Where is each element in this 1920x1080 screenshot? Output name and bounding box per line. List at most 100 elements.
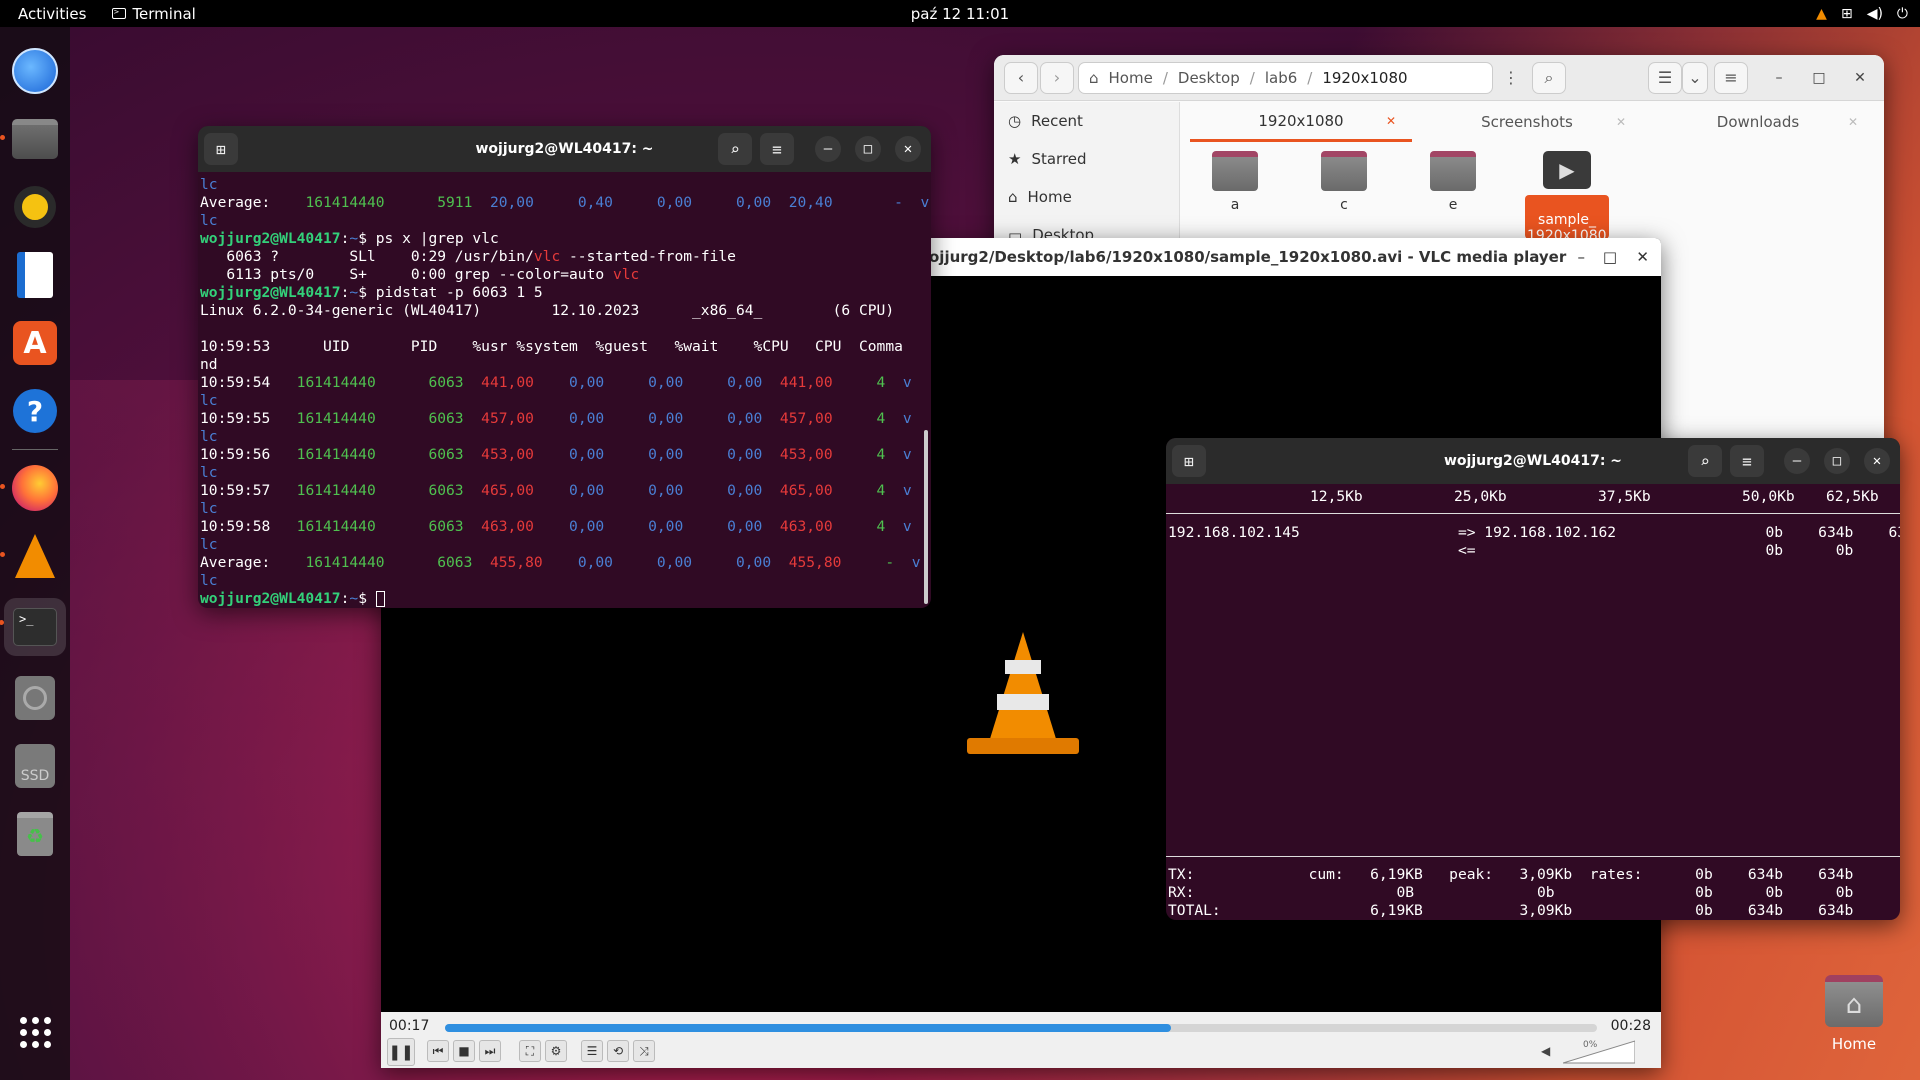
tab-1920x1080[interactable]: 1920x1080 ✕: [1190, 102, 1412, 142]
terminal-line: Linux 6.2.0-34-generic (WL40417) 12.10.2…: [200, 302, 929, 320]
thunderbird-icon: [12, 48, 58, 94]
folder-item[interactable]: c: [1314, 151, 1374, 213]
stop-button[interactable]: ■: [453, 1040, 475, 1062]
back-button[interactable]: ‹: [1004, 61, 1038, 94]
terminal-text: v: [902, 446, 912, 463]
folder-icon: [1430, 151, 1476, 191]
minimize-button[interactable]: –: [815, 136, 841, 162]
close-button[interactable]: ✕: [1636, 248, 1649, 266]
close-tab-icon[interactable]: ✕: [1386, 114, 1396, 128]
path-menu-button[interactable]: ⋮: [1494, 62, 1528, 94]
close-tab-icon[interactable]: ✕: [1848, 115, 1858, 129]
pause-button[interactable]: ❚❚: [387, 1038, 415, 1066]
loop-button[interactable]: ⟲: [607, 1040, 629, 1062]
terminal-text: 0,00 0,00 0,00: [533, 374, 780, 391]
system-tray[interactable]: ▲ ⊞ ◀) ⏻: [1816, 6, 1908, 22]
sidebar-item-home[interactable]: ⌂ Home: [994, 178, 1179, 216]
speaker-icon[interactable]: ◀: [1541, 1044, 1550, 1058]
view-options-button[interactable]: ⌄: [1682, 61, 1708, 94]
disk-launcher[interactable]: [9, 672, 61, 724]
vlc-tray-icon[interactable]: ▲: [1816, 6, 1827, 22]
trash-launcher[interactable]: ♻: [9, 808, 61, 860]
help-launcher[interactable]: ?: [9, 385, 61, 437]
vlc-launcher[interactable]: [0, 530, 61, 582]
extended-settings-button[interactable]: ⚙: [545, 1040, 567, 1062]
menu-button[interactable]: ≡: [1730, 445, 1764, 477]
app-center-launcher[interactable]: A: [9, 317, 61, 369]
minimize-button[interactable]: –: [1578, 248, 1586, 266]
breadcrumb-lab6[interactable]: lab6: [1265, 69, 1297, 87]
terminal-text: 10:59:56: [200, 446, 297, 463]
menu-button[interactable]: ≡: [760, 133, 794, 165]
terminal-text: 4: [832, 410, 903, 427]
close-button[interactable]: ✕: [1847, 65, 1873, 91]
thunderbird-launcher[interactable]: [9, 45, 61, 97]
view-list-button[interactable]: ☰: [1648, 61, 1682, 94]
rhythmbox-launcher[interactable]: [9, 181, 61, 233]
clock[interactable]: paź 12 11:01: [860, 5, 1060, 23]
tab-downloads[interactable]: Downloads ✕: [1642, 102, 1874, 142]
ssd-launcher[interactable]: SSD: [9, 740, 61, 792]
folder-item[interactable]: a: [1205, 151, 1265, 213]
help-icon: ?: [13, 389, 57, 433]
show-apps-button[interactable]: [9, 1006, 61, 1058]
shuffle-button[interactable]: ⤨: [633, 1040, 655, 1062]
tab-screenshots[interactable]: Screenshots ✕: [1412, 102, 1642, 142]
close-tab-icon[interactable]: ✕: [1616, 115, 1626, 129]
terminal-text: Linux 6.2.0-34-generic (WL40417) 12.10.2…: [200, 302, 895, 319]
next-button[interactable]: ⏭: [479, 1040, 501, 1062]
breadcrumb-desktop[interactable]: Desktop: [1178, 69, 1240, 87]
files-launcher[interactable]: [0, 113, 61, 165]
video-file-item[interactable]: ▶ sample_ 1920x1080. avi: [1525, 151, 1609, 239]
firefox-launcher[interactable]: [0, 462, 61, 514]
terminal-text: --started-from-file: [560, 248, 736, 265]
sidebar-item-label: Starred: [1031, 150, 1087, 168]
forward-button[interactable]: ›: [1040, 61, 1074, 94]
terminal-line: lc: [200, 464, 929, 482]
desktop-home-icon[interactable]: ⌂ Home: [1816, 975, 1892, 1053]
folder-label: c: [1340, 197, 1348, 213]
volume-slider[interactable]: 0%: [1562, 1040, 1636, 1064]
folder-item[interactable]: e: [1423, 151, 1483, 213]
folder-icon: [1212, 151, 1258, 191]
maximize-button[interactable]: □: [1824, 448, 1850, 474]
trash-icon: ♻: [17, 812, 53, 856]
close-button[interactable]: ✕: [895, 136, 921, 162]
total-time: 00:28: [1610, 1018, 1651, 1034]
vlc-cone-icon: [967, 632, 1079, 762]
sidebar-item-recent[interactable]: ◷ Recent: [994, 102, 1179, 140]
main-menu-button[interactable]: ≡: [1714, 61, 1748, 94]
scale-label: 25,0Kb: [1454, 488, 1507, 505]
path-bar[interactable]: ⌂ Home / Desktop / lab6 / 1920x1080: [1078, 62, 1493, 94]
writer-launcher[interactable]: [9, 249, 61, 301]
activities-button[interactable]: Activities: [0, 5, 104, 23]
close-button[interactable]: ✕: [1864, 448, 1890, 474]
playlist-button[interactable]: ☰: [581, 1040, 603, 1062]
terminal-output[interactable]: lc Average: 161414440 5911 20,00 0,40 0,0…: [198, 176, 929, 608]
breadcrumb-home[interactable]: Home: [1109, 69, 1153, 87]
breadcrumb-current[interactable]: 1920x1080: [1322, 69, 1407, 87]
terminal-text: nd: [200, 356, 218, 373]
terminal-launcher[interactable]: >_: [0, 598, 66, 656]
minimize-button[interactable]: –: [1784, 448, 1810, 474]
maximize-button[interactable]: □: [1603, 248, 1617, 266]
terminal-text: 457,00: [779, 410, 833, 427]
search-button[interactable]: ⌕: [718, 133, 752, 165]
minimize-button[interactable]: –: [1766, 65, 1792, 91]
terminal-text: 0,40 0,00 0,00: [533, 194, 789, 211]
search-button[interactable]: ⌕: [1688, 445, 1722, 477]
file-label: sample_ 1920x1080. avi: [1527, 212, 1609, 239]
home-label: Home: [1831, 1035, 1877, 1053]
maximize-button[interactable]: □: [1806, 65, 1832, 91]
maximize-button[interactable]: □: [855, 136, 881, 162]
previous-button[interactable]: ⏮: [427, 1040, 449, 1062]
scrollbar[interactable]: [924, 430, 928, 604]
seek-bar[interactable]: [445, 1024, 1597, 1032]
search-button[interactable]: ⌕: [1532, 61, 1566, 94]
new-tab-button[interactable]: ⊞: [1172, 445, 1206, 477]
sidebar-item-starred[interactable]: ★ Starred: [994, 140, 1179, 178]
new-tab-button[interactable]: ⊞: [204, 133, 238, 165]
terminal-text: wojjurg2@WL40417: [200, 230, 341, 247]
app-menu[interactable]: > Terminal: [104, 5, 196, 23]
fullscreen-button[interactable]: ⛶: [519, 1040, 541, 1062]
